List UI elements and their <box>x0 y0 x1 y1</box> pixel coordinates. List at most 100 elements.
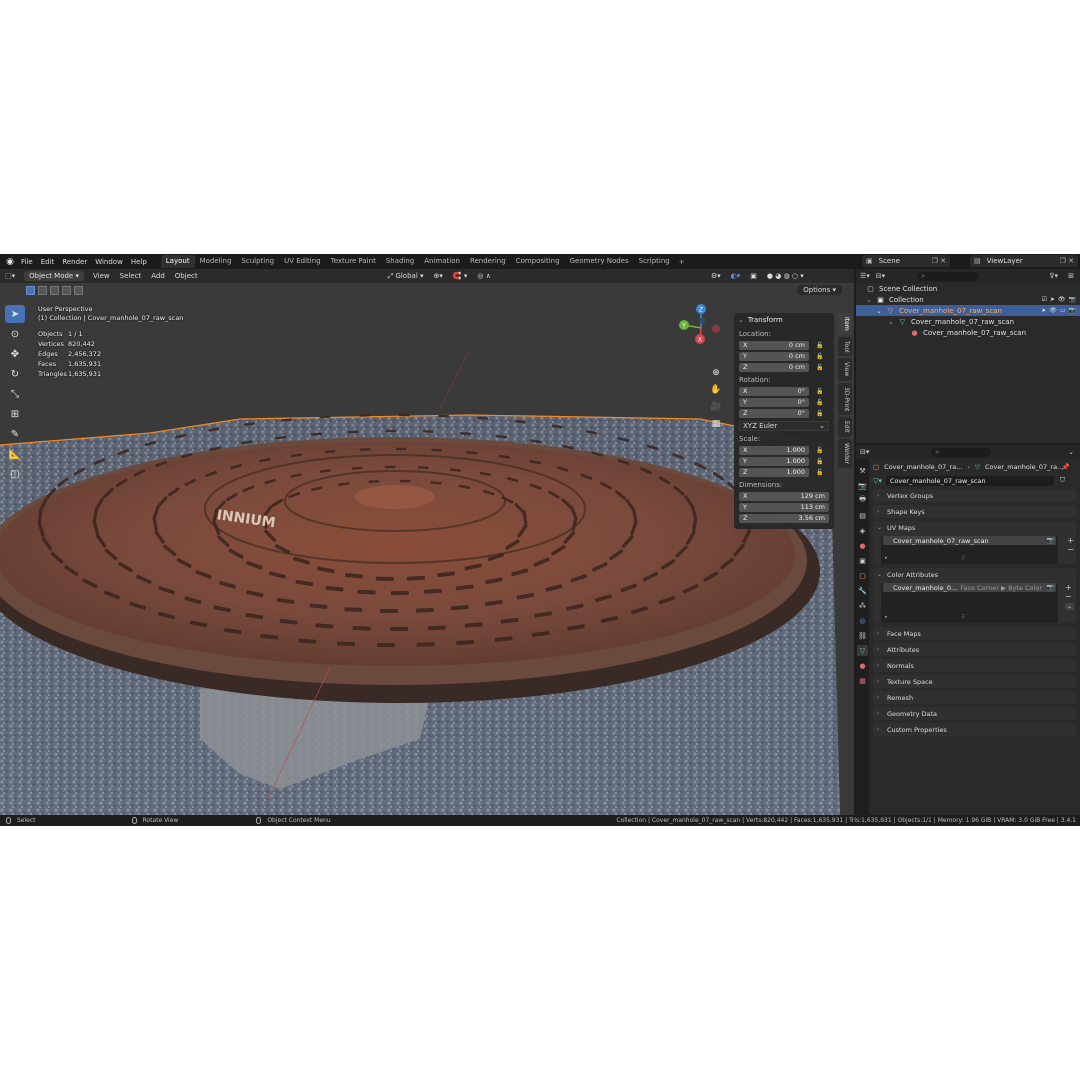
location-x-field[interactable]: X 0 cm <box>739 340 809 350</box>
pin-icon[interactable]: 📌 <box>1062 463 1070 471</box>
menu-select[interactable]: Select <box>115 272 147 280</box>
collection-props-icon[interactable]: ▣ <box>857 555 868 566</box>
pivot-icon[interactable]: ⊕▾ <box>429 272 448 280</box>
measure-tool-icon[interactable]: 📐 <box>5 445 25 463</box>
new-scene-icon[interactable]: ❐ ✕ <box>932 257 946 265</box>
rotation-z-field[interactable]: Z 0° <box>739 408 809 418</box>
scene-props-icon[interactable]: ◈ <box>857 525 868 536</box>
pan-hand-icon[interactable]: ✋ <box>708 382 724 398</box>
rotation-y-field[interactable]: Y 0° <box>739 397 809 407</box>
mesh-data-icon[interactable]: ▽▾ <box>873 477 882 485</box>
add-color-attribute-icon[interactable]: + <box>1065 583 1074 592</box>
view-layer-props-icon[interactable]: ▤ <box>857 510 868 521</box>
orientation-dropdown[interactable]: ⤢ Global ▾ <box>383 272 429 281</box>
modifier-props-icon[interactable]: 🔧 <box>857 585 868 596</box>
select-invert-icon[interactable] <box>62 285 71 295</box>
tab-modeling[interactable]: Modeling <box>195 255 237 268</box>
monitor-icon[interactable]: ▭ <box>1060 307 1066 314</box>
zoom-icon[interactable]: ⊕ <box>708 365 724 381</box>
tab-compositing[interactable]: Compositing <box>511 255 565 268</box>
shading-modes-icon[interactable]: ● ◕ ◍ ○ ▾ <box>762 272 809 280</box>
tool-props-icon[interactable]: ⚒ <box>857 465 868 476</box>
tab-texture-paint[interactable]: Texture Paint <box>326 255 381 268</box>
transform-tool-icon[interactable]: ⊞ <box>5 405 25 423</box>
scale-z-field[interactable]: Z 1.000 <box>739 467 809 477</box>
camera-view-icon[interactable]: 🎥 <box>708 399 724 415</box>
texture-props-icon[interactable]: ▦ <box>857 675 868 686</box>
data-props-icon[interactable]: ▽ <box>857 645 868 656</box>
gizmo-neg-z[interactable] <box>699 318 705 324</box>
expand-triangle-icon[interactable]: ▸ <box>885 555 888 561</box>
menu-edit[interactable]: Edit <box>37 258 59 266</box>
dimensions-z-field[interactable]: Z 3.56 cm <box>739 513 829 523</box>
options-chevron-icon[interactable]: ⌄ <box>1068 448 1074 456</box>
fake-user-icon[interactable]: ⛉ <box>1060 476 1065 485</box>
select-new-icon[interactable] <box>26 285 35 295</box>
menu-object[interactable]: Object <box>170 272 203 280</box>
camera-icon[interactable]: 📷 <box>1047 537 1054 544</box>
add-workspace-icon[interactable]: + <box>675 258 689 266</box>
scale-tool-icon[interactable]: ⤡ <box>5 385 25 403</box>
location-z-field[interactable]: Z 0 cm <box>739 362 809 372</box>
tab-edit[interactable]: Edit <box>838 416 852 437</box>
panel-shape-keys[interactable]: › Shape Keys <box>873 505 1076 518</box>
select-arrow-icon[interactable]: ➤ <box>1050 296 1055 303</box>
expand-triangle-icon[interactable]: ▸ <box>885 614 888 620</box>
color-attributes-header[interactable]: ⌄ Color Attributes <box>873 568 1076 581</box>
outliner-row-mesh-data[interactable]: ⌄ ▽ Cover_manhole_07_raw_scan <box>856 316 1080 327</box>
menu-window[interactable]: Window <box>91 258 127 266</box>
uv-maps-header[interactable]: ⌄ UV Maps <box>873 521 1076 534</box>
new-view-layer-icon[interactable]: ❐ ✕ <box>1060 257 1074 265</box>
select-arrow-icon[interactable]: ➤ <box>1041 307 1046 314</box>
outliner-search-input[interactable]: ⌕ <box>917 271 980 281</box>
dimensions-x-field[interactable]: X 129 cm <box>739 491 829 501</box>
rotation-mode-dropdown[interactable]: XYZ Euler ⌄ <box>739 421 829 431</box>
select-extend-icon[interactable] <box>38 285 47 295</box>
blender-logo-icon[interactable]: ◉ <box>3 254 17 269</box>
3d-viewport[interactable]: INNIUM ⬚▾ Object Mode ▾ View Select Add … <box>0 269 854 815</box>
outliner-editor-type-icon[interactable]: ☰▾ <box>860 272 870 280</box>
eye-icon[interactable]: 👁 <box>1049 307 1057 314</box>
constraints-props-icon[interactable]: ⛓ <box>857 630 868 641</box>
properties-search-input[interactable]: ⌕ <box>931 447 992 457</box>
display-mode-icon[interactable]: ⊟▾ <box>876 272 885 280</box>
lock-icon[interactable]: 🔓 <box>816 388 824 395</box>
chevron-down-icon[interactable]: ⌄ <box>1064 603 1074 610</box>
uv-map-item[interactable]: Cover_manhole_07_raw_scan 📷 <box>883 536 1056 545</box>
mesh-name-field[interactable]: Cover_manhole_07_raw_scan <box>885 475 1054 486</box>
tab-shading[interactable]: Shading <box>381 255 419 268</box>
select-box-tool-icon[interactable]: ➤ <box>5 305 25 323</box>
rotate-tool-icon[interactable]: ↻ <box>5 365 25 383</box>
options-dropdown[interactable]: Options ▾ <box>797 285 842 295</box>
new-collection-icon[interactable]: ⊞ <box>1068 272 1074 280</box>
menu-add[interactable]: Add <box>146 272 170 280</box>
xray-icon[interactable]: ▣ <box>745 272 762 280</box>
physics-props-icon[interactable]: ◎ <box>857 615 868 626</box>
menu-view[interactable]: View <box>88 272 115 280</box>
tab-geometry-nodes[interactable]: Geometry Nodes <box>565 255 634 268</box>
panel-attributes[interactable]: › Attributes <box>873 643 1076 656</box>
remove-uv-map-icon[interactable]: − <box>1067 545 1074 554</box>
outliner-row-scene-collection[interactable]: ▢ Scene Collection <box>856 283 1080 294</box>
cursor-tool-icon[interactable]: ⊙ <box>5 325 25 343</box>
camera-icon[interactable]: 📷 <box>1069 307 1076 314</box>
expand-chevron-icon[interactable]: ⌄ <box>866 296 876 304</box>
outliner-row-material[interactable]: ● Cover_manhole_07_raw_scan <box>856 327 1080 338</box>
panel-normals[interactable]: › Normals <box>873 659 1076 672</box>
expand-chevron-icon[interactable]: ⌄ <box>876 307 886 315</box>
camera-icon[interactable]: 📷 <box>1069 296 1076 303</box>
add-uv-map-icon[interactable]: + <box>1067 536 1074 545</box>
lock-icon[interactable]: 🔓 <box>816 447 824 454</box>
output-props-icon[interactable]: 🖶 <box>857 495 868 506</box>
select-subtract-icon[interactable] <box>50 285 59 295</box>
tab-welder[interactable]: Welder <box>838 438 852 468</box>
rotation-x-field[interactable]: X 0° <box>739 386 809 396</box>
tab-view[interactable]: View <box>838 358 852 381</box>
remove-color-attribute-icon[interactable]: − <box>1065 592 1074 601</box>
move-tool-icon[interactable]: ✥ <box>5 345 25 363</box>
panel-texture-space[interactable]: › Texture Space <box>873 675 1076 688</box>
lock-icon[interactable]: 🔓 <box>816 458 824 465</box>
viewport-gizmo-icon[interactable]: ⚙▾ <box>706 272 726 280</box>
object-props-icon[interactable]: ▢ <box>857 570 868 581</box>
outliner-row-object[interactable]: ⌄ ▽ Cover_manhole_07_raw_scan ➤ 👁 ▭ 📷 <box>856 305 1080 316</box>
